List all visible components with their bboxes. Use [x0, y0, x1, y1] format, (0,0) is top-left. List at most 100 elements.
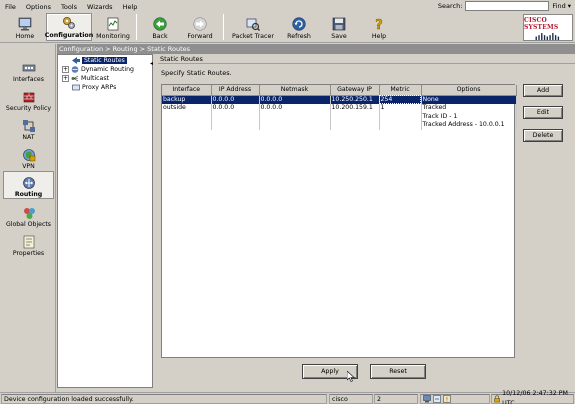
mouse-pointer-icon: [347, 371, 355, 382]
option-line: Tracked: [422, 104, 447, 111]
nav-routing[interactable]: Routing: [3, 171, 54, 199]
packet-tracer-button[interactable]: Packet Tracer: [228, 13, 278, 41]
cell-netmask: 0.0.0.0: [259, 95, 331, 104]
tree-item-static-routes[interactable]: Static Routes: [72, 56, 127, 65]
table-header-row: Interface IP Address Netmask Gateway IP …: [162, 85, 517, 96]
expand-icon[interactable]: +: [62, 75, 69, 82]
nav-properties[interactable]: Properties: [3, 229, 54, 257]
monitoring-button[interactable]: Monitoring: [94, 13, 132, 41]
nav-vpn[interactable]: VPN: [3, 142, 54, 170]
column-header-metric[interactable]: Metric: [379, 85, 422, 96]
packet-tracer-label: Packet Tracer: [232, 33, 274, 40]
refresh-icon: [292, 17, 306, 31]
monitoring-label: Monitoring: [96, 33, 130, 40]
find-label: Find: [552, 2, 566, 10]
chevron-down-icon: ▾: [567, 2, 571, 10]
expand-icon[interactable]: +: [62, 66, 69, 73]
multicast-icon: [71, 75, 79, 82]
add-button[interactable]: Add: [523, 84, 563, 97]
cell-options: Tracked Track ID - 1 Tracked Address - 1…: [421, 104, 517, 130]
status-message: Device configuration loaded successfully…: [1, 394, 327, 404]
tree-label-static-routes: Static Routes: [82, 57, 127, 64]
forward-arrow-icon: [193, 17, 207, 31]
cell-options: None: [421, 95, 517, 104]
cell-gateway-ip: 10.200.159.1: [330, 104, 380, 130]
panel-description: Specify Static Routes.: [161, 69, 232, 77]
svg-text:!: !: [446, 397, 448, 404]
option-line: None: [422, 95, 439, 103]
properties-icon: [23, 235, 34, 249]
back-label: Back: [152, 33, 168, 40]
save-disk-icon: [332, 17, 346, 31]
delete-button[interactable]: Delete: [523, 129, 563, 142]
back-button[interactable]: Back: [141, 13, 179, 41]
menu-wizards[interactable]: Wizards: [82, 3, 118, 11]
interfaces-icon: [22, 64, 35, 72]
nav-properties-label: Properties: [12, 250, 45, 257]
global-objects-icon: [23, 208, 35, 219]
status-datetime: 10/12/06 2:47:32 PM UTC: [502, 390, 568, 404]
menu-options[interactable]: Options: [21, 3, 56, 11]
forward-label: Forward: [187, 33, 213, 40]
status-privilege: 2: [374, 394, 418, 404]
cisco-bridge-icon: [535, 33, 560, 40]
sync-status-icon[interactable]: [433, 395, 441, 403]
lock-icon: [494, 395, 500, 403]
nav-routing-label: Routing: [14, 191, 43, 198]
nav-interfaces[interactable]: Interfaces: [3, 55, 54, 83]
column-header-gateway-ip[interactable]: Gateway IP: [330, 85, 380, 96]
save-button[interactable]: Save: [320, 13, 358, 41]
network-status-icon[interactable]: [423, 395, 431, 403]
help-question-icon: ?: [372, 17, 386, 31]
refresh-label: Refresh: [287, 33, 311, 40]
monitoring-icon: [106, 17, 120, 31]
cell-interface: outside: [162, 104, 212, 130]
menu-tools[interactable]: Tools: [56, 3, 82, 11]
find-button[interactable]: Find ▾: [552, 2, 571, 10]
alert-status-icon[interactable]: !: [443, 395, 451, 403]
configuration-label: Configuration: [44, 32, 94, 39]
proxy-arp-icon: [72, 84, 80, 91]
nav-nat[interactable]: NAT: [3, 113, 54, 141]
tree-label-multicast: Multicast: [81, 75, 109, 82]
tree-item-dynamic-routing[interactable]: + Dynamic Routing: [62, 65, 134, 74]
column-header-options[interactable]: Options: [421, 85, 517, 96]
status-icons: !: [420, 394, 490, 404]
table-row[interactable]: outside 0.0.0.0 0.0.0.0 10.200.159.1 1 T…: [162, 104, 517, 130]
table-row[interactable]: backup 0.0.0.0 0.0.0.0 10.250.250.1 254 …: [162, 95, 517, 104]
help-button[interactable]: ? Help: [360, 13, 398, 41]
nat-icon: [22, 120, 35, 132]
edit-button[interactable]: Edit: [523, 106, 563, 119]
search-input[interactable]: [465, 1, 550, 11]
column-header-ip-address[interactable]: IP Address: [211, 85, 260, 96]
cell-metric: 254: [379, 95, 422, 104]
status-user: cisco: [329, 394, 373, 404]
cell-netmask: 0.0.0.0: [259, 104, 331, 130]
tree-item-proxy-arps[interactable]: Proxy ARPs: [72, 83, 116, 92]
configuration-button[interactable]: Configuration: [44, 13, 94, 41]
forward-button[interactable]: Forward: [181, 13, 219, 41]
menu-file[interactable]: File: [0, 3, 21, 11]
cell-metric: 1: [379, 104, 422, 130]
home-button[interactable]: Home: [6, 13, 44, 41]
save-label: Save: [331, 33, 347, 40]
breadcrumb: Configuration > Routing > Static Routes: [57, 44, 575, 54]
nav-global-objects[interactable]: Global Objects: [3, 200, 54, 228]
tree-item-multicast[interactable]: + Multicast: [62, 74, 109, 83]
reset-button[interactable]: Reset: [370, 364, 426, 379]
tree-label-dynamic-routing: Dynamic Routing: [81, 66, 134, 73]
menu-help[interactable]: Help: [118, 3, 143, 11]
cell-ip-address: 0.0.0.0: [211, 104, 260, 130]
cisco-logo: Cisco Systems: [523, 14, 573, 41]
search-label: Search:: [437, 2, 463, 10]
refresh-button[interactable]: Refresh: [280, 13, 318, 41]
collapse-pane-icon[interactable]: ◂: [150, 60, 153, 67]
column-header-netmask[interactable]: Netmask: [259, 85, 331, 96]
nav-security-policy[interactable]: Security Policy: [3, 84, 54, 112]
routing-tree: Static Routes + Dynamic Routing + Multic…: [57, 54, 153, 388]
security-policy-icon: [23, 92, 34, 103]
option-line: Track ID - 1: [422, 112, 458, 120]
status-bar: Device configuration loaded successfully…: [0, 390, 575, 404]
toolbar-separator: [136, 14, 137, 40]
column-header-interface[interactable]: Interface: [162, 85, 212, 96]
